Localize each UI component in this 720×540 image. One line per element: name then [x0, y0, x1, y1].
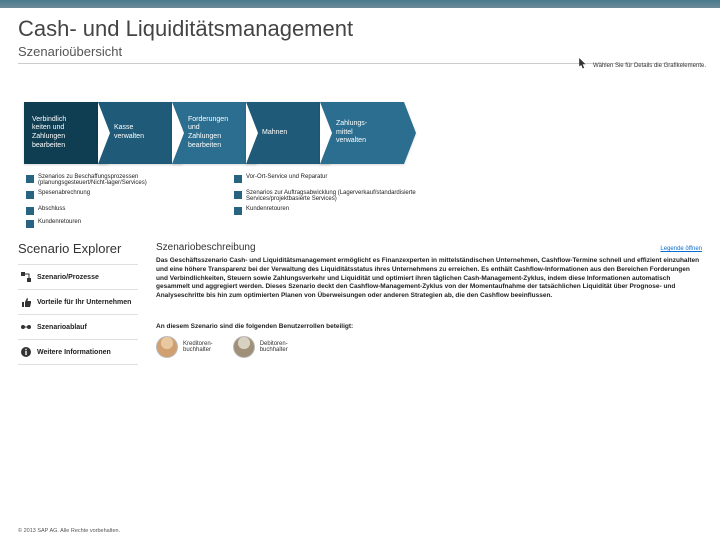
nav-benefits[interactable]: Vorteile für Ihr Unternehmen: [18, 289, 138, 314]
page-title: Cash- und Liquiditätsmanagement: [18, 16, 702, 42]
role-label: Debitoren- buchhalter: [260, 341, 288, 353]
nav-label: Vorteile für Ihr Unternehmen: [37, 299, 131, 306]
info-icon: [20, 346, 32, 358]
swatch-icon: [234, 191, 242, 199]
thumbs-up-icon: [20, 296, 32, 308]
description-panel: Szenariobeschreibung Legende öffnen Das …: [156, 242, 720, 365]
chevron-cash[interactable]: Kasse verwalten: [98, 102, 182, 164]
process-icon: [20, 321, 32, 333]
chevron-dunning[interactable]: Mahnen: [246, 102, 330, 164]
description-body: Das Geschäftsszenario Cash- und Liquidit…: [156, 257, 702, 301]
hint-text: Wählen Sie für Details die Grafikelement…: [593, 63, 706, 69]
explorer-sidebar: Scenario Explorer Szenario/Prozesse Vort…: [18, 242, 138, 365]
swatch-icon: [26, 207, 34, 215]
swatch-icon: [26, 175, 34, 183]
legend-item[interactable]: Szenarios zur Auftragsabwicklung (Lagerv…: [234, 190, 474, 202]
nav-label: Szenarioablauf: [37, 324, 87, 331]
role-label: Kreditoren- buchhalter: [183, 341, 213, 353]
avatar: [156, 336, 178, 358]
flow-icon: [20, 271, 32, 283]
scenario-explorer: Scenario Explorer Szenario/Prozesse Vort…: [18, 242, 720, 365]
role-ap-accountant[interactable]: Kreditoren- buchhalter: [156, 336, 213, 358]
roles-label: An diesem Szenario sind die folgenden Be…: [156, 323, 702, 330]
legend-item[interactable]: Kundenretouren: [26, 219, 206, 228]
legend-item[interactable]: Abschluss: [26, 206, 206, 215]
chevron-receivables[interactable]: Forderungen und Zahlungen bearbeiten: [172, 102, 256, 164]
swatch-icon: [234, 175, 242, 183]
process-chevrons: Verbindlich keiten und Zahlungen bearbei…: [24, 102, 720, 164]
pointer-icon: [575, 56, 589, 76]
scenario-legend: Szenarios zu Beschaffungsprozessen (plan…: [26, 174, 720, 228]
nav-label: Szenario/Prozesse: [37, 274, 99, 281]
detail-hint: Wählen Sie für Details die Grafikelement…: [575, 56, 706, 76]
legend-item[interactable]: Vor-Ort-Service und Reparatur: [234, 174, 414, 186]
roles-row: Kreditoren- buchhalter Debitoren- buchha…: [156, 336, 702, 358]
chevron-payables[interactable]: Verbindlich keiten und Zahlungen bearbei…: [24, 102, 108, 164]
nav-label: Weitere Informationen: [37, 349, 111, 356]
open-legend-link[interactable]: Legende öffnen: [660, 246, 702, 252]
role-ar-accountant[interactable]: Debitoren- buchhalter: [233, 336, 288, 358]
window-topbar: [0, 0, 720, 8]
nav-more-info[interactable]: Weitere Informationen: [18, 339, 138, 365]
explorer-nav: Szenario/Prozesse Vorteile für Ihr Unter…: [18, 264, 138, 365]
copyright-footer: © 2013 SAP AG. Alle Rechte vorbehalten.: [18, 528, 120, 534]
legend-item[interactable]: Spesenabrechnung: [26, 190, 206, 202]
description-heading: Szenariobeschreibung: [156, 242, 256, 253]
swatch-icon: [26, 191, 34, 199]
swatch-icon: [234, 207, 242, 215]
swatch-icon: [26, 220, 34, 228]
legend-item[interactable]: Kundenretouren: [234, 206, 414, 215]
explorer-title: Scenario Explorer: [18, 242, 138, 256]
nav-flow[interactable]: Szenarioablauf: [18, 314, 138, 339]
nav-scenario-processes[interactable]: Szenario/Prozesse: [18, 264, 138, 289]
chevron-payment-means[interactable]: Zahlungs- mittel verwalten: [320, 102, 404, 164]
legend-item[interactable]: Szenarios zu Beschaffungsprozessen (plan…: [26, 174, 206, 186]
avatar: [233, 336, 255, 358]
